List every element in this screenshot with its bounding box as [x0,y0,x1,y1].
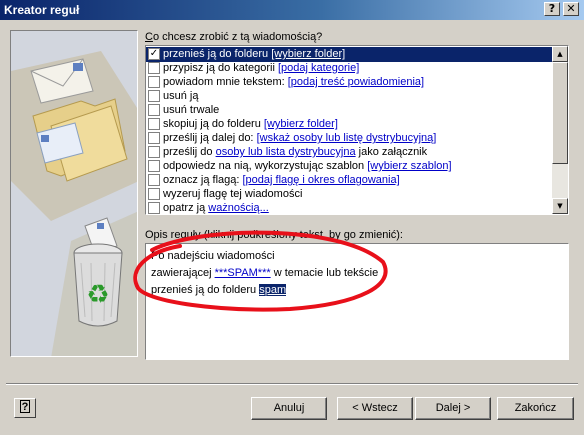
finish-button[interactable]: Zakończ [497,397,574,420]
back-button[interactable]: < Wstecz [337,397,413,420]
cancel-button[interactable]: Anuluj [251,397,327,420]
separator [6,383,578,385]
help-icon: ? [20,400,30,413]
annotation-ellipse [133,230,388,312]
next-button[interactable]: Dalej > [415,397,491,420]
help-button[interactable]: ? [14,398,36,418]
